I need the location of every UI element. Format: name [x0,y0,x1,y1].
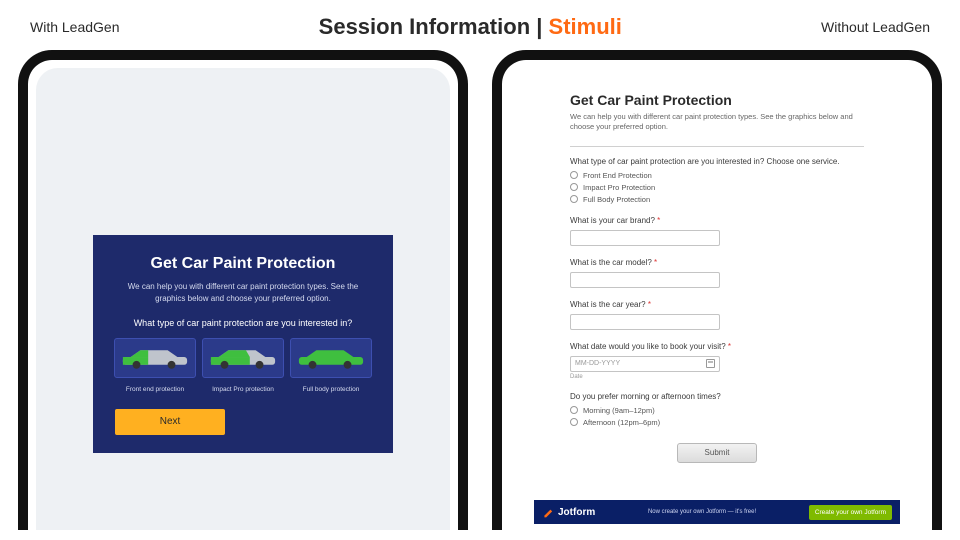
jotform-brand: Jotform [542,506,595,518]
with-leadgen-label: With LeadGen [30,19,120,35]
protection-option-full-body[interactable] [290,338,372,378]
option-caption: Full body protection [290,386,372,393]
leadgen-subtitle: We can help you with different car paint… [118,281,368,303]
q5-label: What date would you like to book your vi… [570,342,864,351]
radio-icon [570,183,578,191]
protection-option-impact-pro[interactable] [202,338,284,378]
leadgen-captions: Front end protection Impact Pro protecti… [111,386,375,393]
without-leadgen-label: Without LeadGen [821,19,930,35]
radio-icon [570,195,578,203]
radio-option[interactable]: Impact Pro Protection [570,183,864,192]
required-mark: * [648,300,651,309]
radio-option[interactable]: Morning (9am–12pm) [570,406,864,415]
jotform-subtitle: We can help you with different car paint… [570,112,860,132]
title-main: Session Information [319,14,530,39]
date-placeholder: MM-DD-YYYY [575,360,620,367]
leadgen-card: Get Car Paint Protection We can help you… [93,235,393,452]
required-mark: * [728,342,731,351]
footer-tagline: Now create your own Jotform — it's free! [648,509,756,515]
radio-icon [570,406,578,414]
required-mark: * [657,216,660,225]
car-year-input[interactable] [570,314,720,330]
option-caption: Front end protection [114,386,196,393]
submit-button[interactable]: Submit [677,443,757,463]
pencil-icon [542,506,554,518]
jotform-footer: Jotform Now create your own Jotform — it… [534,500,900,524]
calendar-icon [706,359,715,368]
required-mark: * [654,258,657,267]
divider [570,146,864,147]
radio-icon [570,171,578,179]
radio-option[interactable]: Afternoon (12pm–6pm) [570,418,864,427]
date-hint: Date [570,374,864,380]
q3-label: What is the car model? * [570,258,864,267]
header-row: With LeadGen Session Information | Stimu… [0,0,960,50]
footer-cta-button[interactable]: Create your own Jotform [809,505,892,520]
leadgen-form-bg: Get Car Paint Protection We can help you… [36,68,450,530]
option-caption: Impact Pro protection [202,386,284,393]
title-sep: | [530,14,548,39]
radio-label: Afternoon (12pm–6pm) [583,418,660,427]
car-model-input[interactable] [570,272,720,288]
page-title: Session Information | Stimuli [319,14,622,40]
leadgen-question: What type of car paint protection are yo… [111,318,375,328]
radio-label: Impact Pro Protection [583,183,655,192]
tablet-with-leadgen: Get Car Paint Protection We can help you… [18,50,468,530]
title-accent: Stimuli [549,14,622,39]
car-icon [119,345,191,371]
radio-label: Front End Protection [583,171,652,180]
jotform-page: Get Car Paint Protection We can help you… [510,68,924,530]
brand-text: Jotform [558,507,595,518]
radio-option[interactable]: Full Body Protection [570,195,864,204]
leadgen-title: Get Car Paint Protection [111,255,375,273]
next-button[interactable]: Next [115,409,225,435]
car-icon [295,345,367,371]
jotform-title: Get Car Paint Protection [570,92,864,108]
stage: Get Car Paint Protection We can help you… [0,50,960,530]
visit-date-input[interactable]: MM-DD-YYYY [570,356,720,372]
car-brand-input[interactable] [570,230,720,246]
tablet-without-leadgen: Get Car Paint Protection We can help you… [492,50,942,530]
leadgen-options [111,338,375,378]
radio-icon [570,418,578,426]
protection-option-front-end[interactable] [114,338,196,378]
q2-label: What is your car brand? * [570,216,864,225]
radio-option[interactable]: Front End Protection [570,171,864,180]
car-icon [207,345,279,371]
q1-label: What type of car paint protection are yo… [570,157,864,166]
tablet-inner-left: Get Car Paint Protection We can help you… [36,68,450,530]
jotform-content: Get Car Paint Protection We can help you… [510,68,924,500]
radio-label: Full Body Protection [583,195,650,204]
q6-label: Do you prefer morning or afternoon times… [570,392,864,401]
q4-label: What is the car year? * [570,300,864,309]
radio-label: Morning (9am–12pm) [583,406,655,415]
tablet-inner-right: Get Car Paint Protection We can help you… [510,68,924,530]
